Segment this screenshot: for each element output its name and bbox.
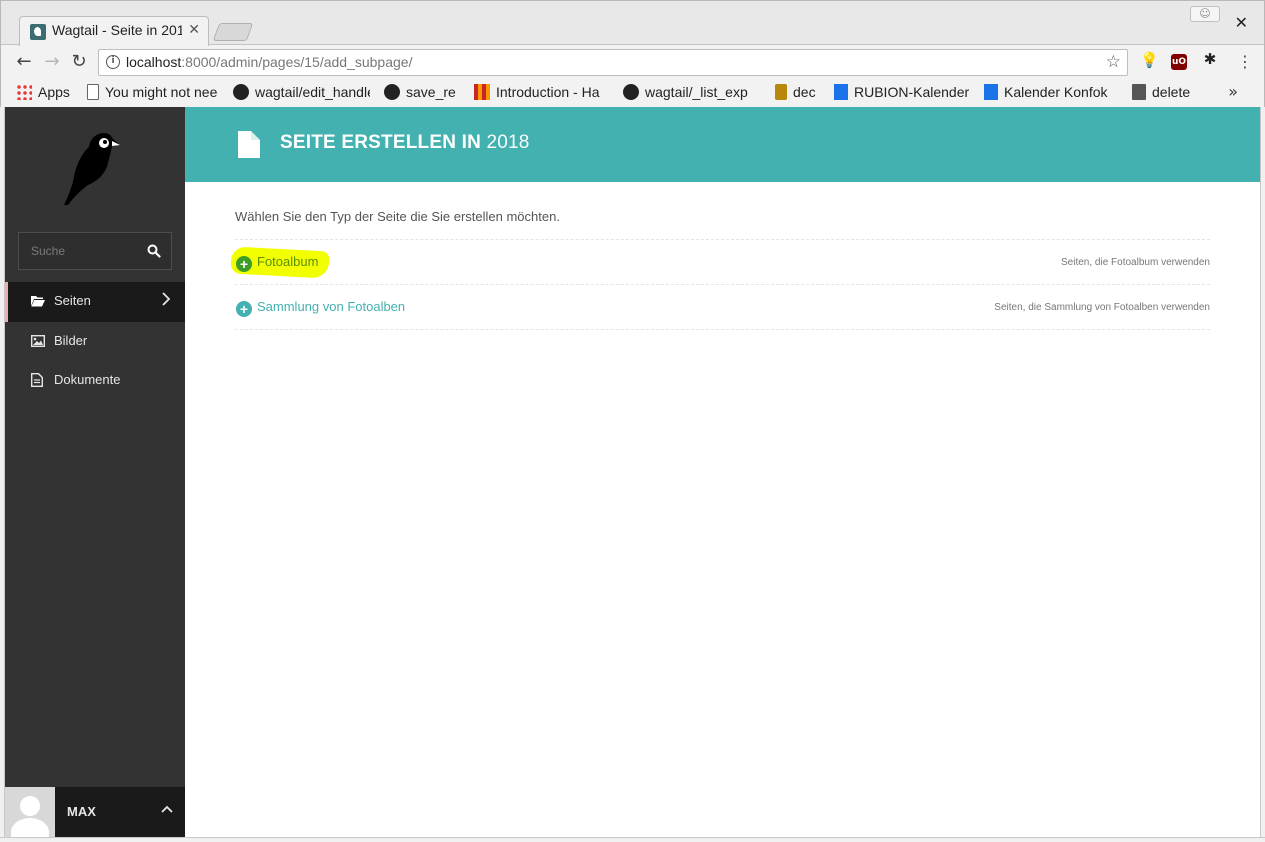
address-bar[interactable]: i localhost:8000/admin/pages/15/add_subp…: [98, 49, 1128, 76]
bookmark-label: wagtail/edit_handlers: [255, 84, 370, 100]
url-host: localhost: [126, 54, 182, 70]
bookmark-item[interactable]: RUBION-Kalender: [834, 84, 970, 100]
tab-title: Wagtail - Seite in 2018: [52, 22, 182, 38]
new-tab-button[interactable]: [212, 23, 254, 41]
search-icon[interactable]: [147, 243, 161, 258]
bookmark-label: Kalender Konfok: [1004, 84, 1108, 100]
browser-chrome: Wagtail - Seite in 2018 ✕ ☺ ✕ ← → ↻ i lo…: [0, 0, 1265, 107]
menu-item-seiten[interactable]: Seiten: [5, 282, 185, 322]
bookmark-item[interactable]: delete: [1132, 84, 1202, 100]
intro-text: Wählen Sie den Typ der Seite die Sie ers…: [235, 209, 560, 224]
bookmark-label: wagtail/_list_exp: [645, 84, 748, 100]
document-icon: [31, 373, 45, 387]
url-text[interactable]: localhost:8000/admin/pages/15/add_subpag…: [126, 54, 412, 70]
bookmark-item[interactable]: wagtail/_list_exp: [623, 84, 759, 100]
bookmarks-overflow-icon[interactable]: »: [1228, 82, 1238, 101]
bookmark-label: RUBION-Kalender: [854, 84, 970, 100]
lightbulb-extension-icon[interactable]: 💡: [1140, 52, 1159, 68]
window-frame-bottom: [0, 837, 1265, 842]
account-name: MAX: [67, 804, 96, 819]
add-fotoalbum-link[interactable]: + Fotoalbum: [236, 254, 318, 272]
url-path: :8000/admin/pages/15/add_subpage/: [181, 54, 413, 70]
bookmark-label: Apps: [38, 84, 70, 100]
sidebar-search: [18, 232, 172, 270]
bookmark-label: Introduction - Ha: [496, 84, 600, 100]
book-icon: [1132, 84, 1146, 100]
bookmark-star-icon[interactable]: ☆: [1106, 52, 1121, 72]
main-menu: Seiten Bilder Dokumente: [5, 282, 185, 400]
add-sammlung-link[interactable]: + Sammlung von Fotoalben: [236, 299, 405, 317]
menu-item-label: Seiten: [54, 293, 91, 308]
chart-icon: [474, 84, 490, 100]
menu-item-dokumente[interactable]: Dokumente: [5, 361, 185, 400]
bookmarks-bar: Apps You might not need wagtail/edit_han…: [1, 79, 1264, 108]
octotree-extension-icon[interactable]: ✱: [1202, 51, 1218, 67]
browser-menu-icon[interactable]: ⋮: [1237, 52, 1253, 71]
plus-circle-icon: +: [236, 301, 252, 317]
avatar-head: [20, 796, 40, 816]
page-title: SEITE ERSTELLEN IN 2018: [280, 132, 530, 154]
window-close-icon[interactable]: ✕: [1235, 13, 1248, 32]
sidebar: Seiten Bilder Dokumente: [5, 107, 185, 837]
browser-toolbar: ← → ↻ i localhost:8000/admin/pages/15/ad…: [1, 45, 1264, 79]
bookmark-apps[interactable]: Apps: [16, 84, 78, 100]
github-icon: [623, 84, 639, 100]
avatar-body: [11, 818, 49, 837]
menu-item-label: Bilder: [54, 333, 88, 348]
ublock-extension-icon[interactable]: uO: [1171, 54, 1187, 70]
account-menu[interactable]: MAX: [5, 787, 185, 837]
reload-icon[interactable]: ↻: [68, 51, 90, 72]
wagtail-admin: Seiten Bilder Dokumente: [5, 107, 1260, 837]
main-content: SEITE ERSTELLEN IN 2018 Wählen Sie den T…: [185, 107, 1260, 837]
list-item: + Sammlung von Fotoalben Seiten, die Samm…: [235, 285, 1210, 330]
forward-arrow-icon[interactable]: →: [41, 51, 63, 72]
tab-close-icon[interactable]: ✕: [188, 22, 200, 38]
wagtail-logo-icon[interactable]: [60, 129, 130, 209]
github-icon: [384, 84, 400, 100]
chevron-up-icon[interactable]: [161, 801, 173, 817]
page-type-label: Sammlung von Fotoalben: [257, 299, 406, 314]
bookmark-item[interactable]: Kalender Konfok: [984, 84, 1118, 100]
list-item: + Fotoalbum Seiten, die Fotoalbum verwend…: [230, 240, 1210, 285]
page-type-list: + Fotoalbum Seiten, die Fotoalbum verwend…: [230, 239, 1210, 330]
search-input[interactable]: [19, 233, 139, 269]
page-document-icon: [238, 131, 260, 158]
bookmark-label: save_re: [406, 84, 456, 100]
menu-item-label: Dokumente: [54, 372, 121, 387]
microscope-icon: [775, 84, 787, 100]
bookmark-label: delete: [1152, 84, 1191, 100]
page-type-label: Fotoalbum: [257, 254, 319, 269]
avatar: [5, 787, 55, 837]
calendar-icon: [984, 84, 998, 100]
bookmark-item[interactable]: Introduction - Ha: [474, 84, 609, 100]
browser-tab[interactable]: Wagtail - Seite in 2018 ✕: [19, 16, 209, 46]
page-type-usage-link[interactable]: Seiten, die Sammlung von Fotoalben verwe…: [994, 302, 1210, 313]
page-title-text: SEITE ERSTELLEN IN: [280, 132, 482, 153]
wagtail-favicon-icon: [30, 24, 46, 40]
apps-grid-icon: [16, 84, 32, 100]
window-frame-right: [1260, 107, 1265, 842]
bookmark-label: You might not need: [105, 84, 218, 100]
tab-strip: Wagtail - Seite in 2018 ✕ ☺ ✕: [1, 1, 1264, 46]
calendar-icon: [834, 84, 848, 100]
profile-button[interactable]: ☺: [1190, 6, 1220, 22]
page-subtitle: 2018: [486, 132, 530, 153]
image-icon: [30, 334, 46, 348]
page-type-usage-link[interactable]: Seiten, die Fotoalbum verwenden: [1061, 257, 1210, 268]
page-header: SEITE ERSTELLEN IN 2018: [185, 107, 1260, 182]
back-arrow-icon[interactable]: ←: [13, 51, 35, 72]
chevron-right-icon: [162, 292, 171, 309]
folder-open-icon: [31, 295, 45, 307]
bookmark-item[interactable]: dec: [775, 84, 821, 100]
bookmark-item[interactable]: wagtail/edit_handlers: [233, 84, 370, 100]
plus-circle-icon: +: [236, 256, 252, 272]
github-icon: [233, 84, 249, 100]
page-icon: [87, 84, 99, 100]
bookmark-item[interactable]: You might not need: [87, 84, 218, 100]
menu-item-bilder[interactable]: Bilder: [5, 322, 185, 361]
bookmark-item[interactable]: save_re: [384, 84, 462, 100]
bookmark-label: dec: [793, 84, 816, 100]
info-icon[interactable]: i: [106, 55, 120, 69]
